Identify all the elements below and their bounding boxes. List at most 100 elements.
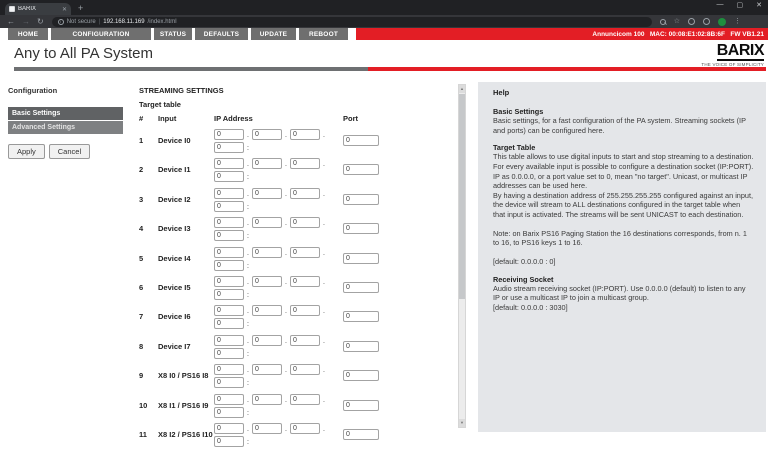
- port-input[interactable]: [343, 282, 379, 293]
- ip-dot: .: [244, 307, 252, 316]
- port-input[interactable]: [343, 370, 379, 381]
- sidebar-item-basic-settings[interactable]: Basic Settings: [8, 107, 123, 120]
- download-icon[interactable]: [688, 18, 695, 25]
- sidebar-heading: Configuration: [8, 86, 123, 95]
- ip-octet-input[interactable]: [252, 158, 282, 169]
- ip-colon: :: [244, 262, 252, 271]
- ip-octet-input[interactable]: [252, 423, 282, 434]
- window-minimize-icon[interactable]: —: [717, 1, 724, 9]
- barix-logo: BARIX THE VOICE OF SIMPLICITY: [698, 42, 764, 67]
- browser-tab[interactable]: BARIX ✕: [5, 3, 71, 15]
- ip-octet-input[interactable]: [252, 276, 282, 287]
- sidebar-item-advanced-settings[interactable]: Advanced Settings: [8, 121, 123, 134]
- nav-item-defaults[interactable]: DEFAULTS: [195, 28, 248, 40]
- browser-chrome: BARIX ✕ + — ▢ ✕ ← → ↻ i Not secure | 192…: [0, 0, 768, 28]
- port-input[interactable]: [343, 253, 379, 264]
- ip-octet-input[interactable]: [214, 423, 244, 434]
- table-row: 9 X8 I0 / PS16 I8 . . . :: [139, 362, 449, 391]
- port-input[interactable]: [343, 223, 379, 234]
- nav-item-reboot[interactable]: REBOOT: [299, 28, 348, 40]
- ip-octet-input[interactable]: [214, 217, 244, 228]
- ip-octet-input[interactable]: [214, 335, 244, 346]
- port-input[interactable]: [343, 311, 379, 322]
- ip-octet-input[interactable]: [214, 364, 244, 375]
- ip-octet-input[interactable]: [290, 217, 320, 228]
- ip-octet-input[interactable]: [214, 247, 244, 258]
- ip-octet-input[interactable]: [290, 394, 320, 405]
- info-icon[interactable]: i: [58, 19, 64, 25]
- browser-menu-icon[interactable]: ⋮: [734, 18, 741, 26]
- profile-avatar[interactable]: [718, 18, 726, 26]
- ip-octet-input[interactable]: [214, 201, 244, 212]
- port-input[interactable]: [343, 341, 379, 352]
- back-icon[interactable]: ←: [7, 16, 15, 28]
- ip-octet-input[interactable]: [252, 129, 282, 140]
- port-input[interactable]: [343, 400, 379, 411]
- nav-item-home[interactable]: HOME: [8, 28, 48, 40]
- ip-octet-input[interactable]: [252, 335, 282, 346]
- ip-octet-input[interactable]: [214, 171, 244, 182]
- ip-octet-input[interactable]: [290, 335, 320, 346]
- window-close-icon[interactable]: ✕: [756, 1, 762, 9]
- ip-octet-input[interactable]: [290, 364, 320, 375]
- scroll-down-icon[interactable]: ▼: [459, 419, 465, 427]
- nav-item-configuration[interactable]: CONFIGURATION: [51, 28, 151, 40]
- ip-octet-input[interactable]: [214, 129, 244, 140]
- ip-octet-input[interactable]: [290, 305, 320, 316]
- ip-octet-input[interactable]: [214, 318, 244, 329]
- nav-item-status[interactable]: STATUS: [154, 28, 192, 40]
- reload-icon[interactable]: ↻: [37, 16, 44, 28]
- ip-octet-input[interactable]: [214, 348, 244, 359]
- ip-octet-input[interactable]: [214, 188, 244, 199]
- ip-octet-input[interactable]: [290, 188, 320, 199]
- ip-octet-input[interactable]: [290, 423, 320, 434]
- nav-item-update[interactable]: UPDATE: [251, 28, 296, 40]
- ip-octet-input[interactable]: [290, 247, 320, 258]
- ip-octet-input[interactable]: [214, 377, 244, 388]
- bookmark-star-icon[interactable]: ☆: [674, 18, 680, 26]
- ip-octet-input[interactable]: [214, 142, 244, 153]
- ip-octet-input[interactable]: [214, 260, 244, 271]
- help-scrollbar[interactable]: ▲ ▼: [458, 84, 466, 428]
- scrollbar-thumb[interactable]: [459, 94, 465, 299]
- ip-octet-input[interactable]: [252, 247, 282, 258]
- ip-octet-input[interactable]: [252, 217, 282, 228]
- row-input-label: Device I4: [158, 254, 191, 263]
- window-maximize-icon[interactable]: ▢: [737, 1, 744, 9]
- port-input[interactable]: [343, 135, 379, 146]
- ip-dot: .: [320, 278, 328, 287]
- port-input[interactable]: [343, 164, 379, 175]
- row-input-label: Device I5: [158, 283, 191, 292]
- ip-octet-input[interactable]: [290, 129, 320, 140]
- new-tab-button[interactable]: +: [78, 3, 83, 14]
- ip-octet-input[interactable]: [214, 407, 244, 418]
- ip-dot: .: [282, 366, 290, 375]
- address-bar[interactable]: i Not secure | 192.168.11.169 /index.htm…: [52, 17, 652, 27]
- ip-octet-input[interactable]: [214, 276, 244, 287]
- scroll-up-icon[interactable]: ▲: [459, 85, 465, 93]
- ip-dot: .: [282, 307, 290, 316]
- ip-octet-input[interactable]: [214, 394, 244, 405]
- notifications-icon[interactable]: [703, 18, 710, 25]
- ip-octet-input[interactable]: [214, 436, 244, 447]
- ip-octet-input[interactable]: [252, 305, 282, 316]
- ip-dot: .: [282, 249, 290, 258]
- ip-octet-input[interactable]: [252, 364, 282, 375]
- ip-octet-input[interactable]: [252, 188, 282, 199]
- port-input[interactable]: [343, 194, 379, 205]
- forward-icon[interactable]: →: [22, 16, 30, 28]
- ip-octet-input[interactable]: [252, 394, 282, 405]
- ip-octet-input[interactable]: [214, 230, 244, 241]
- ip-octet-input[interactable]: [290, 276, 320, 287]
- search-icon[interactable]: [660, 19, 666, 25]
- row-input-label: Device I2: [158, 195, 191, 204]
- ip-octet-input[interactable]: [214, 305, 244, 316]
- ip-colon: :: [244, 291, 252, 300]
- cancel-button[interactable]: Cancel: [49, 144, 90, 159]
- ip-octet-input[interactable]: [290, 158, 320, 169]
- ip-octet-input[interactable]: [214, 158, 244, 169]
- port-input[interactable]: [343, 429, 379, 440]
- apply-button[interactable]: Apply: [8, 144, 45, 159]
- tab-close-icon[interactable]: ✕: [62, 6, 67, 13]
- ip-octet-input[interactable]: [214, 289, 244, 300]
